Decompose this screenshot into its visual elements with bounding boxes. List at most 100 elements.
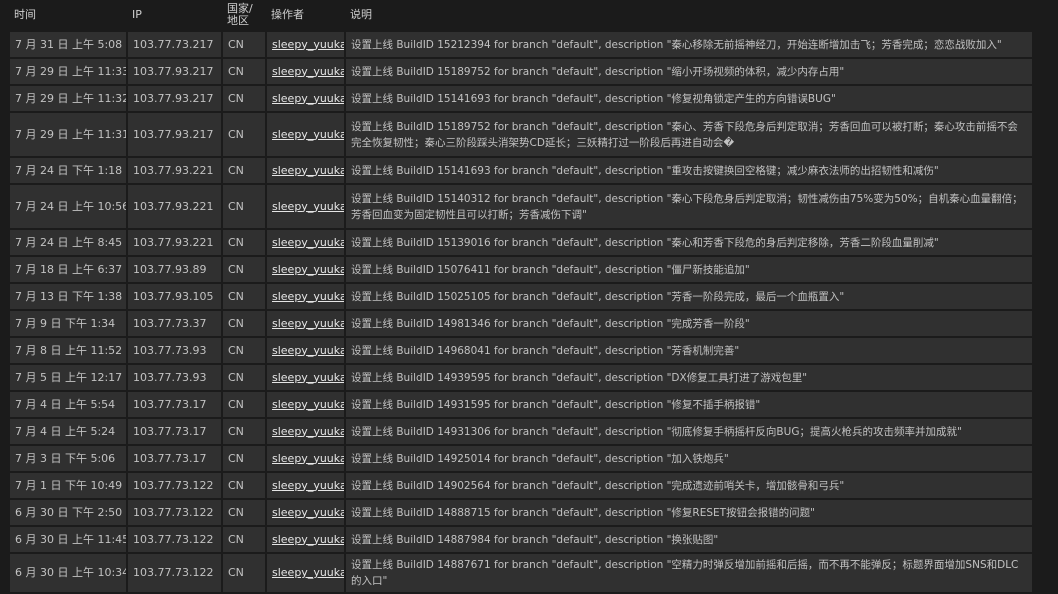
table-row: 7 月 31 日 上午 5:08 103.77.73.217 CN sleepy…	[8, 30, 1034, 59]
table-row: 7 月 9 日 下午 1:34 103.77.73.37 CN sleepy_y…	[8, 309, 1034, 338]
table-row: 6 月 30 日 下午 2:50 103.77.73.122 CN sleepy…	[8, 498, 1034, 527]
cell-time: 6 月 30 日 上午 10:34	[8, 552, 128, 594]
cell-description: 设置上线 BuildID 15141693 for branch "defaul…	[344, 156, 1034, 185]
column-header-operator: 操作者	[266, 0, 345, 31]
cell-ip: 103.77.73.37	[126, 309, 223, 338]
cell-description: 设置上线 BuildID 14902564 for branch "defaul…	[344, 471, 1034, 500]
right-margin	[1032, 0, 1058, 584]
cell-operator: sleepy_yuuka	[265, 390, 346, 419]
cell-description: 设置上线 BuildID 14981346 for branch "defaul…	[344, 309, 1034, 338]
cell-ip: 103.77.73.122	[126, 498, 223, 527]
cell-ip: 103.77.73.122	[126, 471, 223, 500]
cell-time: 7 月 4 日 上午 5:54	[8, 390, 128, 419]
cell-time: 7 月 8 日 上午 11:52	[8, 336, 128, 365]
operator-link[interactable]: sleepy_yuuka	[272, 566, 343, 579]
cell-time: 7 月 1 日 下午 10:49	[8, 471, 128, 500]
cell-ip: 103.77.73.17	[126, 444, 223, 473]
table-row: 7 月 24 日 上午 10:56 103.77.93.221 CN sleep…	[8, 183, 1034, 230]
cell-operator: sleepy_yuuka	[265, 111, 346, 158]
cell-ip: 103.77.93.89	[126, 255, 223, 284]
cell-time: 7 月 29 日 上午 11:31	[8, 111, 128, 158]
table-row: 7 月 29 日 上午 11:32 103.77.93.217 CN sleep…	[8, 84, 1034, 113]
table-row: 7 月 1 日 下午 10:49 103.77.73.122 CN sleepy…	[8, 471, 1034, 500]
cell-operator: sleepy_yuuka	[265, 498, 346, 527]
cell-operator: sleepy_yuuka	[265, 336, 346, 365]
cell-time: 6 月 30 日 上午 11:45	[8, 525, 128, 554]
cell-time: 7 月 29 日 上午 11:33	[8, 57, 128, 86]
operator-link[interactable]: sleepy_yuuka	[272, 371, 343, 384]
cell-time: 7 月 18 日 上午 6:37	[8, 255, 128, 284]
cell-ip: 103.77.93.217	[126, 57, 223, 86]
table-row: 6 月 30 日 上午 11:45 103.77.73.122 CN sleep…	[8, 525, 1034, 554]
cell-operator: sleepy_yuuka	[265, 156, 346, 185]
operator-link[interactable]: sleepy_yuuka	[272, 533, 343, 546]
table-row: 7 月 4 日 上午 5:54 103.77.73.17 CN sleepy_y…	[8, 390, 1034, 419]
cell-operator: sleepy_yuuka	[265, 183, 346, 230]
operator-link[interactable]: sleepy_yuuka	[272, 92, 343, 105]
cell-operator: sleepy_yuuka	[265, 525, 346, 554]
build-history-panel: 时间 IP 国家/地区 操作者 说明 7 月 31 日 上午 5:08 103.…	[8, 0, 1034, 594]
cell-description: 设置上线 BuildID 14925014 for branch "defaul…	[344, 444, 1034, 473]
operator-link[interactable]: sleepy_yuuka	[272, 317, 343, 330]
cell-time: 7 月 3 日 下午 5:06	[8, 444, 128, 473]
operator-link[interactable]: sleepy_yuuka	[272, 200, 343, 213]
column-header-country-line2: 地区	[227, 14, 249, 27]
cell-time: 7 月 31 日 上午 5:08	[8, 30, 128, 59]
cell-operator: sleepy_yuuka	[265, 471, 346, 500]
cell-description: 设置上线 BuildID 15212394 for branch "defaul…	[344, 30, 1034, 59]
cell-operator: sleepy_yuuka	[265, 363, 346, 392]
operator-link[interactable]: sleepy_yuuka	[272, 290, 343, 303]
operator-link[interactable]: sleepy_yuuka	[272, 425, 343, 438]
cell-time: 7 月 9 日 下午 1:34	[8, 309, 128, 338]
cell-time: 6 月 30 日 下午 2:50	[8, 498, 128, 527]
cell-country: CN	[221, 309, 267, 338]
cell-description: 设置上线 BuildID 14931595 for branch "defaul…	[344, 390, 1034, 419]
cell-description: 设置上线 BuildID 15140312 for branch "defaul…	[344, 183, 1034, 230]
cell-ip: 103.77.73.122	[126, 525, 223, 554]
operator-link[interactable]: sleepy_yuuka	[272, 479, 343, 492]
cell-operator: sleepy_yuuka	[265, 309, 346, 338]
cell-country: CN	[221, 30, 267, 59]
table-row: 7 月 5 日 上午 12:17 103.77.73.93 CN sleepy_…	[8, 363, 1034, 392]
table-row: 7 月 3 日 下午 5:06 103.77.73.17 CN sleepy_y…	[8, 444, 1034, 473]
operator-link[interactable]: sleepy_yuuka	[272, 398, 343, 411]
cell-operator: sleepy_yuuka	[265, 57, 346, 86]
table-row: 7 月 24 日 上午 8:45 103.77.93.221 CN sleepy…	[8, 228, 1034, 257]
cell-ip: 103.77.93.221	[126, 156, 223, 185]
column-header-ip: IP	[127, 0, 222, 31]
cell-ip: 103.77.73.93	[126, 336, 223, 365]
column-header-description: 说明	[345, 0, 1033, 31]
cell-ip: 103.77.93.217	[126, 111, 223, 158]
cell-ip: 103.77.73.93	[126, 363, 223, 392]
cell-country: CN	[221, 183, 267, 230]
cell-operator: sleepy_yuuka	[265, 282, 346, 311]
cell-country: CN	[221, 552, 267, 594]
cell-operator: sleepy_yuuka	[265, 417, 346, 446]
operator-link[interactable]: sleepy_yuuka	[272, 236, 343, 249]
operator-link[interactable]: sleepy_yuuka	[272, 164, 343, 177]
build-history-table: 时间 IP 国家/地区 操作者 说明 7 月 31 日 上午 5:08 103.…	[8, 0, 1034, 594]
operator-link[interactable]: sleepy_yuuka	[272, 506, 343, 519]
table-row: 7 月 13 日 下午 1:38 103.77.93.105 CN sleepy…	[8, 282, 1034, 311]
operator-link[interactable]: sleepy_yuuka	[272, 344, 343, 357]
cell-country: CN	[221, 336, 267, 365]
table-row: 7 月 29 日 上午 11:31 103.77.93.217 CN sleep…	[8, 111, 1034, 158]
table-row: 7 月 8 日 上午 11:52 103.77.73.93 CN sleepy_…	[8, 336, 1034, 365]
table-body: 7 月 31 日 上午 5:08 103.77.73.217 CN sleepy…	[8, 30, 1034, 594]
operator-link[interactable]: sleepy_yuuka	[272, 128, 343, 141]
operator-link[interactable]: sleepy_yuuka	[272, 452, 343, 465]
cell-country: CN	[221, 390, 267, 419]
operator-link[interactable]: sleepy_yuuka	[272, 263, 343, 276]
cell-description: 设置上线 BuildID 14968041 for branch "defaul…	[344, 336, 1034, 365]
column-header-time: 时间	[9, 0, 127, 31]
cell-description: 设置上线 BuildID 14888715 for branch "defaul…	[344, 498, 1034, 527]
cell-country: CN	[221, 444, 267, 473]
cell-operator: sleepy_yuuka	[265, 552, 346, 594]
cell-country: CN	[221, 282, 267, 311]
operator-link[interactable]: sleepy_yuuka	[272, 65, 343, 78]
cell-country: CN	[221, 498, 267, 527]
operator-link[interactable]: sleepy_yuuka	[272, 38, 343, 51]
cell-time: 7 月 29 日 上午 11:32	[8, 84, 128, 113]
cell-country: CN	[221, 228, 267, 257]
cell-country: CN	[221, 156, 267, 185]
